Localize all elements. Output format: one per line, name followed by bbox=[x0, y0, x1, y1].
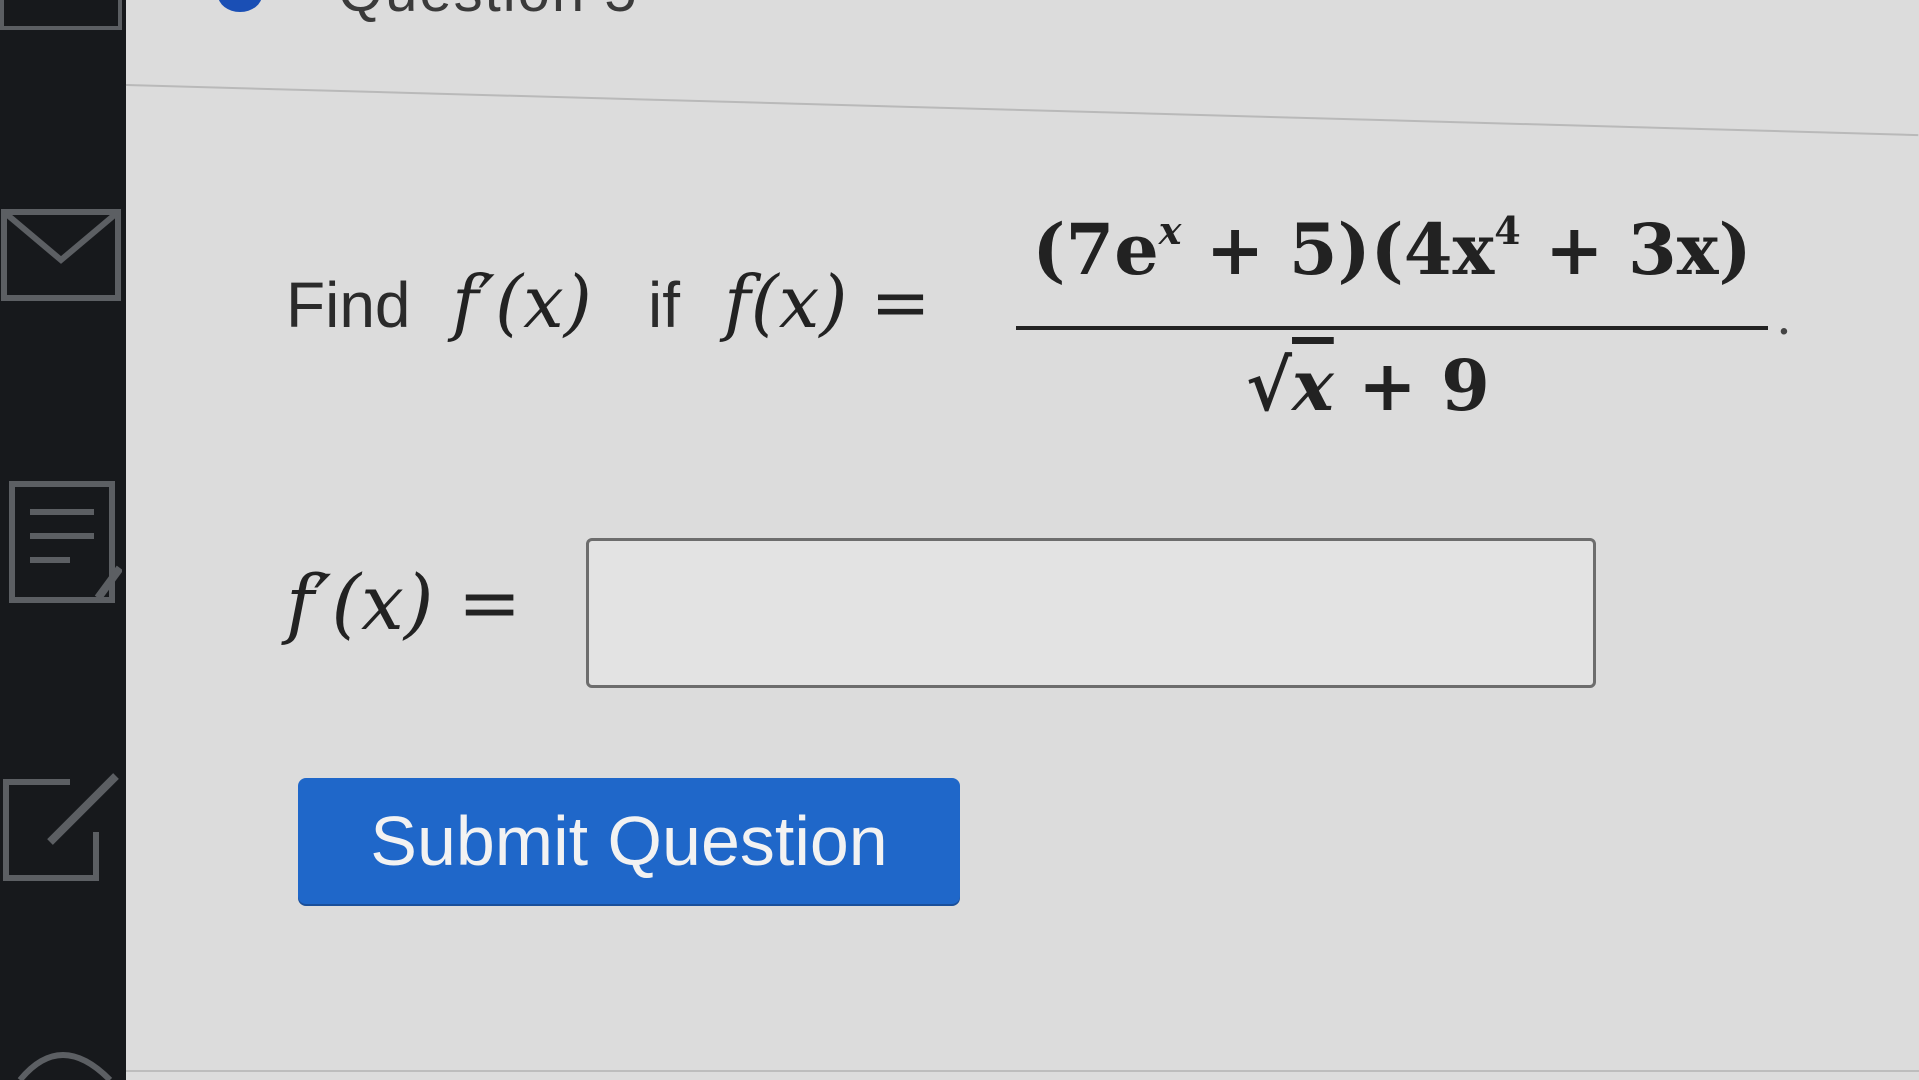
sidebar-menu-button[interactable] bbox=[0, 0, 122, 30]
notes-icon[interactable] bbox=[0, 478, 122, 608]
answer-input[interactable] bbox=[586, 538, 1596, 688]
left-sidebar bbox=[0, 0, 126, 1080]
question-prompt: Find f′(x) if f(x) = (7ex + 5)(4x4 + 3x)… bbox=[286, 208, 1906, 427]
function-lhs: f(x) = bbox=[724, 260, 931, 344]
profile-icon[interactable] bbox=[0, 1040, 122, 1080]
edit-icon[interactable] bbox=[0, 772, 122, 888]
sqrt-radicand: x bbox=[1292, 344, 1334, 427]
submit-question-button[interactable]: Submit Question bbox=[298, 778, 960, 904]
numerator-part-1: (7e bbox=[1032, 208, 1159, 291]
if-text: if bbox=[648, 269, 680, 341]
derivative-target: f′(x) bbox=[452, 260, 592, 344]
find-text: Find bbox=[286, 269, 411, 341]
question-title: Question 5 bbox=[338, 0, 639, 25]
answer-row: f′(x) = bbox=[286, 538, 1606, 698]
derivative-target-text: f′(x) bbox=[452, 260, 592, 344]
sentence-period: . bbox=[1776, 288, 1792, 346]
fraction-denominator: √x + 9 bbox=[1246, 344, 1490, 427]
answer-label: f′(x) = bbox=[286, 558, 521, 647]
sqrt-symbol: √ bbox=[1246, 344, 1293, 427]
fraction-numerator: (7ex + 5)(4x4 + 3x) bbox=[1022, 208, 1762, 291]
numerator-exponent-1: x bbox=[1158, 208, 1182, 253]
denominator-rest: + 9 bbox=[1333, 344, 1490, 427]
mail-icon[interactable] bbox=[0, 208, 122, 304]
footer-divider bbox=[126, 1070, 1919, 1072]
fraction-bar bbox=[1016, 326, 1768, 330]
numerator-part-3: + 3x) bbox=[1520, 208, 1752, 291]
function-fraction: (7ex + 5)(4x4 + 3x) √x + 9 bbox=[1016, 208, 1768, 458]
numerator-exponent-2: 4 bbox=[1494, 208, 1521, 253]
answer-label-text: f′(x) = bbox=[286, 558, 522, 647]
function-lhs-text: f(x) = bbox=[724, 260, 931, 344]
numerator-part-2: + 5)(4x bbox=[1181, 208, 1495, 291]
